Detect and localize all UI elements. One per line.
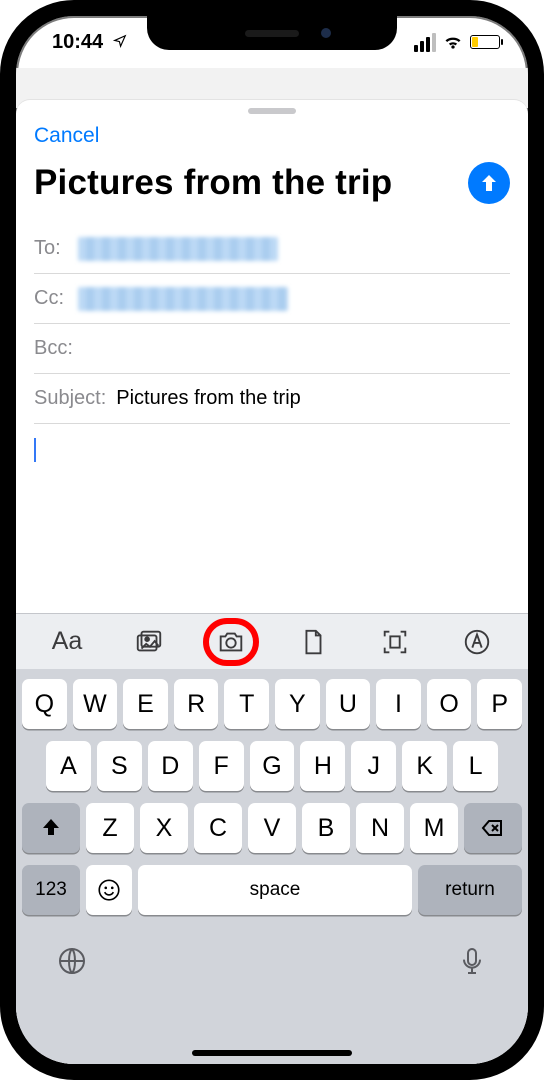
wifi-icon (443, 32, 463, 52)
keyboard-footer (22, 927, 522, 983)
format-text-button[interactable]: Aa (37, 622, 97, 662)
markup-button[interactable] (447, 622, 507, 662)
numbers-key[interactable]: 123 (22, 865, 80, 915)
to-value-redacted (78, 237, 278, 261)
text-cursor (34, 438, 36, 462)
backspace-key[interactable] (464, 803, 522, 853)
key-v[interactable]: V (248, 803, 296, 853)
key-s[interactable]: S (97, 741, 142, 791)
cancel-button[interactable]: Cancel (34, 124, 99, 148)
key-h[interactable]: H (300, 741, 345, 791)
arrow-up-icon (477, 171, 501, 195)
iphone-frame: 10:44 Cancel Pictures from the trip To: (0, 0, 544, 1080)
dictation-icon[interactable] (456, 945, 488, 977)
attach-file-button[interactable] (283, 622, 343, 662)
emoji-key[interactable] (86, 865, 132, 915)
battery-icon (470, 35, 500, 49)
key-i[interactable]: I (376, 679, 421, 729)
keyboard-row-1: Q W E R T Y U I O P (22, 679, 522, 729)
key-c[interactable]: C (194, 803, 242, 853)
key-z[interactable]: Z (86, 803, 134, 853)
keyboard: Q W E R T Y U I O P A S D F G H J K L (16, 669, 528, 1064)
key-j[interactable]: J (351, 741, 396, 791)
keyboard-row-3: Z X C V B N M (22, 803, 522, 853)
shift-icon (39, 816, 63, 840)
cc-value-redacted (78, 287, 288, 311)
scan-document-button[interactable] (365, 622, 425, 662)
cc-field[interactable]: Cc: (34, 274, 510, 324)
photo-library-button[interactable] (119, 622, 179, 662)
key-a[interactable]: A (46, 741, 91, 791)
camera-button[interactable] (201, 622, 261, 662)
cc-label: Cc: (34, 287, 68, 310)
key-f[interactable]: F (199, 741, 244, 791)
cellular-icon (414, 33, 436, 52)
camera-icon (216, 627, 246, 657)
key-b[interactable]: B (302, 803, 350, 853)
shift-key[interactable] (22, 803, 80, 853)
key-g[interactable]: G (250, 741, 295, 791)
keyboard-row-4: 123 space return (22, 865, 522, 915)
to-label: To: (34, 237, 68, 260)
key-e[interactable]: E (123, 679, 168, 729)
key-q[interactable]: Q (22, 679, 67, 729)
markup-icon (462, 627, 492, 657)
subject-label: Subject: (34, 387, 106, 410)
photo-library-icon (134, 627, 164, 657)
bcc-label: Bcc: (34, 337, 73, 360)
key-u[interactable]: U (326, 679, 371, 729)
compose-sheet: Cancel Pictures from the trip To: Cc: Bc… (16, 100, 528, 1064)
key-w[interactable]: W (73, 679, 118, 729)
key-k[interactable]: K (402, 741, 447, 791)
key-y[interactable]: Y (275, 679, 320, 729)
key-n[interactable]: N (356, 803, 404, 853)
document-icon (298, 627, 328, 657)
home-indicator[interactable] (192, 1050, 352, 1056)
status-time: 10:44 (52, 31, 103, 53)
message-body[interactable] (16, 424, 528, 476)
return-key[interactable]: return (418, 865, 522, 915)
emoji-icon (96, 877, 122, 903)
key-m[interactable]: M (410, 803, 458, 853)
notch (147, 16, 397, 50)
scan-icon (380, 627, 410, 657)
globe-icon[interactable] (56, 945, 88, 977)
compose-title: Pictures from the trip (34, 163, 456, 203)
to-field[interactable]: To: (34, 224, 510, 274)
key-r[interactable]: R (174, 679, 219, 729)
key-d[interactable]: D (148, 741, 193, 791)
key-x[interactable]: X (140, 803, 188, 853)
subject-field[interactable]: Subject: Pictures from the trip (34, 374, 510, 424)
bcc-field[interactable]: Bcc: (34, 324, 510, 374)
location-arrow-icon (113, 31, 127, 54)
backspace-icon (481, 816, 505, 840)
key-o[interactable]: O (427, 679, 472, 729)
send-button[interactable] (468, 162, 510, 204)
key-l[interactable]: L (453, 741, 498, 791)
subject-value: Pictures from the trip (116, 387, 301, 410)
space-key[interactable]: space (138, 865, 412, 915)
key-t[interactable]: T (224, 679, 269, 729)
keyboard-row-2: A S D F G H J K L (22, 741, 522, 791)
keyboard-toolbar: Aa (16, 613, 528, 669)
key-p[interactable]: P (477, 679, 522, 729)
